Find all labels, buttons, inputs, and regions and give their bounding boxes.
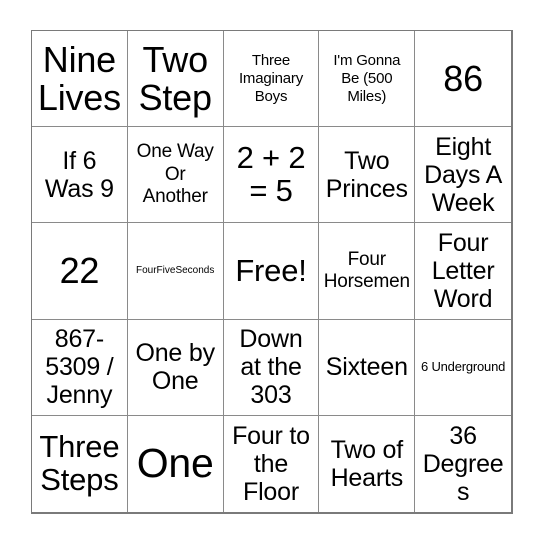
bingo-cell-label: One Way Or Another <box>136 141 214 207</box>
bingo-cell-label: Two of Hearts <box>330 435 404 492</box>
bingo-cell-label: 22 <box>59 250 100 292</box>
bingo-cell-label: Free! <box>235 252 307 288</box>
bingo-cell-label: 2 + 2 = 5 <box>236 139 306 208</box>
bingo-cell-label: Down at the 303 <box>239 325 303 410</box>
bingo-cell[interactable]: FourFiveSeconds <box>127 223 224 320</box>
bingo-cell[interactable]: Sixteen <box>319 319 416 416</box>
bingo-cell[interactable]: I'm Gonna Be (500 Miles) <box>319 31 416 128</box>
bingo-cell-label: Four to the Floor <box>232 421 310 506</box>
bingo-cell[interactable]: Four Letter Word <box>415 223 511 320</box>
bingo-cell-label: Three Imaginary Boys <box>238 51 304 105</box>
bingo-cell-label: FourFiveSeconds <box>136 264 215 276</box>
bingo-cell-label: One <box>136 439 214 486</box>
bingo-cell[interactable]: 6 Underground <box>415 319 511 416</box>
bingo-cell-free[interactable]: Free! <box>223 223 320 320</box>
bingo-cell[interactable]: Four to the Floor <box>223 415 320 512</box>
bingo-cell[interactable]: Two Princes <box>319 127 416 224</box>
bingo-cell[interactable]: Four Horsemen <box>319 223 416 320</box>
bingo-cell[interactable]: One Way Or Another <box>127 127 224 224</box>
bingo-cell-label: Nine Lives <box>37 39 121 118</box>
bingo-cell-label: 867-5309 / Jenny <box>45 325 114 410</box>
bingo-cell-label: Four Letter Word <box>431 228 495 313</box>
bingo-cell[interactable]: 867-5309 / Jenny <box>32 319 128 416</box>
bingo-cell[interactable]: Two of Hearts <box>319 415 416 512</box>
bingo-cell[interactable]: Nine Lives <box>32 31 128 128</box>
bingo-cell-label: One by One <box>135 339 215 396</box>
bingo-cell-label: 86 <box>443 57 483 99</box>
bingo-cell[interactable]: 2 + 2 = 5 <box>223 127 320 224</box>
bingo-cell-label: If 6 Was 9 <box>44 146 114 203</box>
bingo-cell-label: Three Steps <box>39 429 120 497</box>
bingo-cell[interactable]: If 6 Was 9 <box>32 127 128 224</box>
bingo-cell-label: Sixteen <box>325 353 408 382</box>
bingo-cell-label: Eight Days A Week <box>424 132 503 217</box>
bingo-cell[interactable]: Three Steps <box>32 415 128 512</box>
bingo-cell-label: 6 Underground <box>421 359 506 375</box>
bingo-cell[interactable]: Eight Days A Week <box>415 127 511 224</box>
bingo-cell[interactable]: 22 <box>32 223 128 320</box>
bingo-cell[interactable]: 86 <box>415 31 511 128</box>
bingo-card-grid: Nine Lives Two Step Three Imaginary Boys I'… <box>31 30 513 514</box>
bingo-cell-label: I'm Gonna Be (500 Miles) <box>333 51 401 105</box>
bingo-page: Nine Lives Two Step Three Imaginary Boys I'… <box>0 0 544 544</box>
bingo-cell-label: Four Horsemen <box>323 248 410 292</box>
bingo-cell-label: Two Princes <box>325 146 408 203</box>
bingo-cell[interactable]: One <box>127 415 224 512</box>
bingo-cell[interactable]: 36 Degrees <box>415 415 511 512</box>
bingo-cell-label: Two Step <box>138 39 212 118</box>
bingo-cell[interactable]: One by One <box>127 319 224 416</box>
bingo-cell[interactable]: Three Imaginary Boys <box>223 31 320 128</box>
bingo-cell[interactable]: Two Step <box>127 31 224 128</box>
bingo-cell[interactable]: Down at the 303 <box>223 319 320 416</box>
bingo-cell-label: 36 Degrees <box>422 421 504 506</box>
